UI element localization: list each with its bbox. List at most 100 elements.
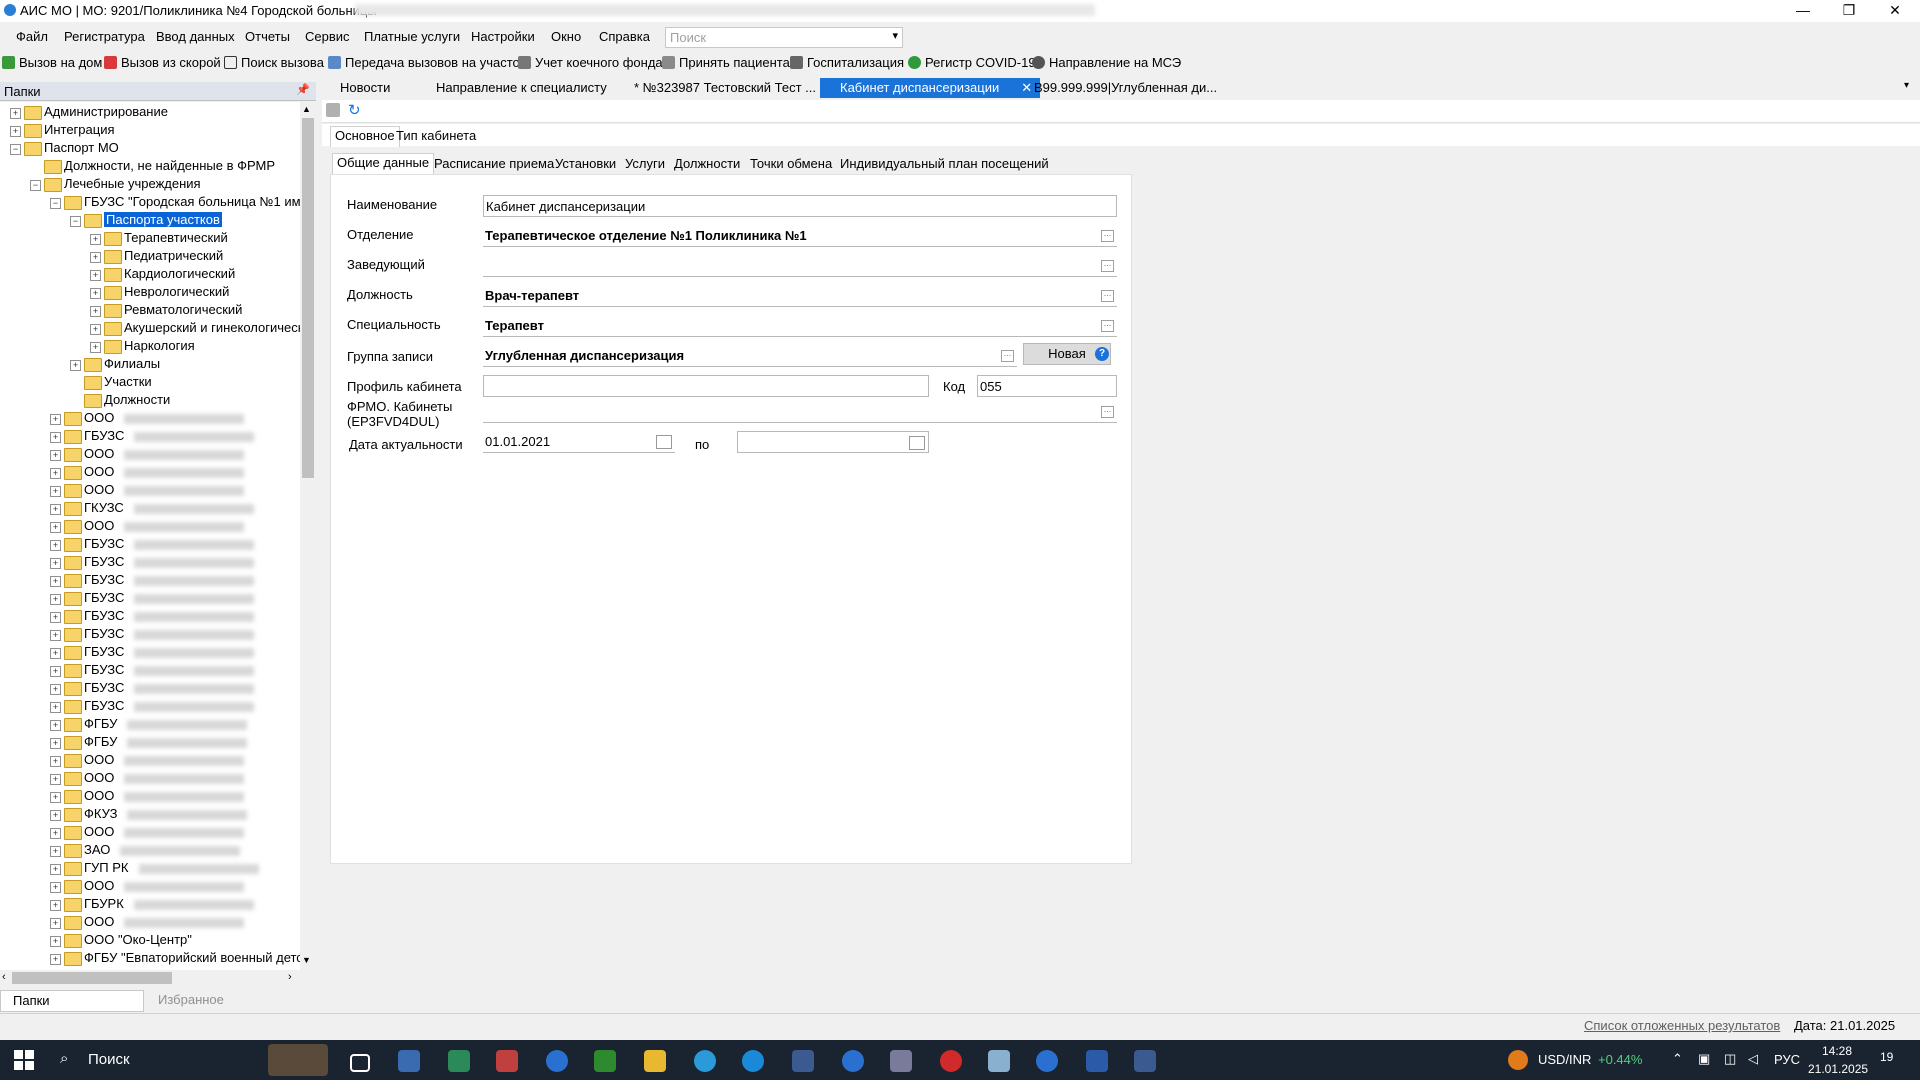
head-field[interactable]: … bbox=[483, 255, 1117, 277]
tab-main[interactable]: Основное bbox=[330, 126, 400, 147]
tab-schedule[interactable]: Расписание приема bbox=[434, 155, 554, 175]
expand-icon[interactable]: + bbox=[50, 612, 61, 623]
expand-icon[interactable]: + bbox=[50, 828, 61, 839]
taskbar-search-label[interactable]: Поиск bbox=[88, 1051, 130, 1068]
notifications-badge[interactable]: 19 bbox=[1880, 1050, 1893, 1064]
task-view-icon[interactable] bbox=[350, 1054, 370, 1072]
volume-icon[interactable]: ◁ bbox=[1748, 1051, 1758, 1067]
collapse-icon[interactable]: − bbox=[70, 216, 81, 227]
tree-scroll-thumb[interactable] bbox=[302, 118, 314, 478]
close-button[interactable]: ✕ bbox=[1872, 0, 1918, 22]
expand-icon[interactable]: + bbox=[50, 882, 61, 893]
pin-icon[interactable]: 📌 bbox=[296, 83, 310, 96]
minimize-button[interactable]: — bbox=[1780, 0, 1826, 22]
expand-icon[interactable]: + bbox=[50, 558, 61, 569]
close-tab-icon[interactable]: ✕ bbox=[1021, 80, 1032, 95]
tree-item[interactable]: + Наркология bbox=[0, 338, 300, 356]
clock-date[interactable]: 21.01.2025 bbox=[1808, 1062, 1868, 1076]
tab-deep-screening[interactable]: B99.999.999|Углубленная ди... bbox=[1034, 78, 1217, 98]
tab-exchange-points[interactable]: Точки обмена bbox=[750, 155, 832, 175]
expand-icon[interactable]: + bbox=[50, 918, 61, 929]
expand-icon[interactable]: + bbox=[50, 540, 61, 551]
tree-item[interactable]: + Филиалы bbox=[0, 356, 300, 374]
collapse-icon[interactable]: − bbox=[10, 144, 21, 155]
expand-icon[interactable]: + bbox=[50, 630, 61, 641]
tree-item[interactable]: + ООО bbox=[0, 518, 300, 536]
expand-icon[interactable]: + bbox=[50, 864, 61, 875]
scroll-left-icon[interactable]: ‹ bbox=[2, 971, 6, 983]
tree-item[interactable]: + ООО bbox=[0, 788, 300, 806]
expand-icon[interactable]: + bbox=[50, 432, 61, 443]
calendar-icon[interactable] bbox=[656, 435, 672, 449]
scroll-down-icon[interactable]: ▼ bbox=[302, 955, 311, 965]
code-field[interactable]: 055 bbox=[977, 375, 1117, 397]
expand-icon[interactable]: + bbox=[50, 954, 61, 965]
skype-icon[interactable] bbox=[742, 1050, 764, 1072]
tree-item[interactable]: − Паспорт МО bbox=[0, 140, 300, 158]
tree-item[interactable]: + ГБУЗС bbox=[0, 428, 300, 446]
tree-item[interactable]: + ГКУЗС bbox=[0, 500, 300, 518]
tree-item[interactable]: + ООО bbox=[0, 770, 300, 788]
expand-icon[interactable]: + bbox=[50, 846, 61, 857]
tree-item[interactable]: Должности bbox=[0, 392, 300, 410]
deferred-results-link[interactable]: Список отложенных результатов bbox=[1584, 1018, 1780, 1033]
menu-help[interactable]: Справка bbox=[599, 29, 650, 44]
frmo-picker-button[interactable]: … bbox=[1101, 406, 1114, 418]
name-field[interactable]: Кабинет диспансеризации bbox=[483, 195, 1117, 217]
app-icon-1[interactable] bbox=[398, 1050, 420, 1072]
expand-icon[interactable]: + bbox=[50, 468, 61, 479]
menu-file[interactable]: Файл bbox=[16, 29, 48, 44]
expand-icon[interactable]: + bbox=[50, 486, 61, 497]
expand-icon[interactable]: + bbox=[50, 414, 61, 425]
accept-patient-button[interactable]: Принять пациента bbox=[662, 55, 790, 70]
date-from-field[interactable]: 01.01.2021 bbox=[483, 431, 675, 453]
tree-item[interactable]: + ГБУРК bbox=[0, 896, 300, 914]
app-icon-10[interactable] bbox=[842, 1050, 864, 1072]
hospitalization-button[interactable]: Госпитализация bbox=[790, 55, 904, 70]
tree-item[interactable]: − Лечебные учреждения bbox=[0, 176, 300, 194]
app-icon-4[interactable] bbox=[546, 1050, 568, 1072]
tree-item[interactable]: Участки bbox=[0, 374, 300, 392]
tray-chevron-icon[interactable]: ⌃ bbox=[1672, 1051, 1683, 1067]
tree-item[interactable]: + ООО bbox=[0, 410, 300, 428]
tree-item[interactable]: + Администрирование bbox=[0, 104, 300, 122]
tree-item[interactable]: + ООО bbox=[0, 464, 300, 482]
tab-visit-plan[interactable]: Индивидуальный план посещений bbox=[840, 155, 1049, 175]
telegram-icon[interactable] bbox=[694, 1050, 716, 1072]
tab-services[interactable]: Услуги bbox=[625, 155, 665, 175]
mse-referral-button[interactable]: Направление на МСЭ bbox=[1032, 55, 1181, 70]
scroll-right-icon[interactable]: › bbox=[288, 971, 292, 983]
folder-tree[interactable]: + Администрирование + Интеграция − Паспорт МО… bbox=[0, 102, 300, 970]
windows-start-icon[interactable] bbox=[14, 1050, 34, 1070]
tree-item[interactable]: + ГБУЗС bbox=[0, 680, 300, 698]
menu-window[interactable]: Окно bbox=[551, 29, 581, 44]
find-call-button[interactable]: Поиск вызова bbox=[224, 55, 324, 70]
tree-item[interactable]: + Интеграция bbox=[0, 122, 300, 140]
specialty-field[interactable]: Терапевт… bbox=[483, 315, 1117, 337]
tree-item[interactable]: + ГБУЗС bbox=[0, 662, 300, 680]
ticker-label[interactable]: USD/INR bbox=[1538, 1052, 1591, 1067]
ambulance-call-button[interactable]: Вызов из скорой bbox=[104, 55, 221, 70]
language-indicator[interactable]: РУС bbox=[1774, 1052, 1800, 1067]
tree-item[interactable]: + Акушерский и гинекологически bbox=[0, 320, 300, 338]
tree-item[interactable]: + ГБУЗС bbox=[0, 554, 300, 572]
app-icon-3[interactable] bbox=[496, 1050, 518, 1072]
position-field[interactable]: Врач-терапевт… bbox=[483, 285, 1117, 307]
tree-item[interactable]: + ГБУЗС bbox=[0, 536, 300, 554]
frmo-field[interactable]: … bbox=[483, 401, 1117, 423]
app-icon-13[interactable] bbox=[988, 1050, 1010, 1072]
expand-icon[interactable]: + bbox=[50, 576, 61, 587]
tab-news[interactable]: Новости bbox=[340, 78, 390, 98]
tree-item[interactable]: + ГБУЗС bbox=[0, 698, 300, 716]
expand-icon[interactable]: + bbox=[10, 108, 21, 119]
tab-patient-record[interactable]: * №323987 Тестовский Тест ... bbox=[634, 78, 816, 98]
menu-service[interactable]: Сервис bbox=[305, 29, 350, 44]
tab-screening-office[interactable]: Кабинет диспансеризации ✕ bbox=[820, 78, 1041, 98]
tree-item[interactable]: + Терапевтический bbox=[0, 230, 300, 248]
app-icon-9[interactable] bbox=[792, 1050, 814, 1072]
expand-icon[interactable]: + bbox=[50, 666, 61, 677]
expand-icon[interactable]: + bbox=[90, 324, 101, 335]
tree-item[interactable]: + ООО bbox=[0, 446, 300, 464]
file-explorer-icon[interactable] bbox=[644, 1050, 666, 1072]
app-icon-14[interactable] bbox=[1036, 1050, 1058, 1072]
